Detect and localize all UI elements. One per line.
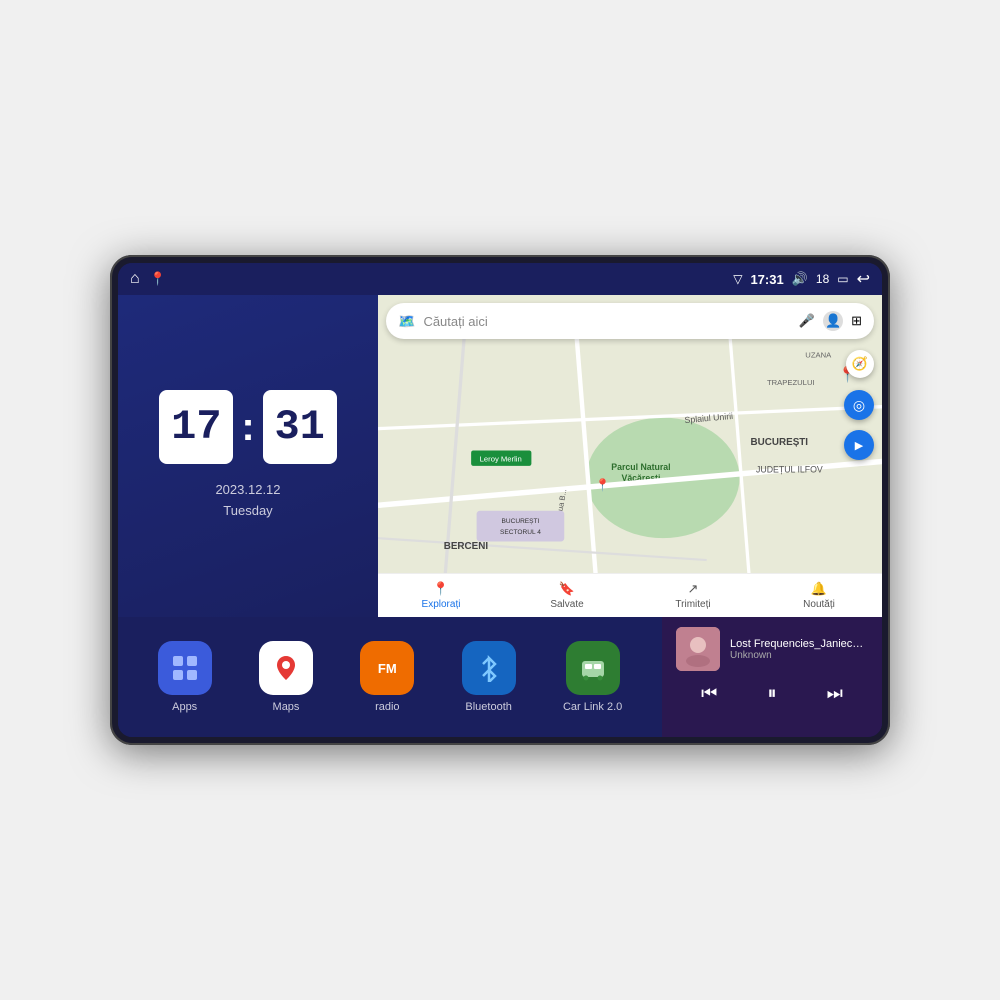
- svg-text:BUCUREȘTI: BUCUREȘTI: [501, 518, 539, 525]
- carlink-label: Car Link 2.0: [563, 701, 622, 713]
- map-search-input[interactable]: Căutați aici: [423, 314, 790, 329]
- svg-text:Parcul Natural: Parcul Natural: [611, 462, 670, 472]
- music-title: Lost Frequencies_Janieck Devy-...: [730, 638, 868, 650]
- clock-display: 17 : 31: [159, 390, 336, 464]
- map-compass-button[interactable]: 🧭: [846, 350, 874, 378]
- map-widget[interactable]: Parcul Natural Văcărești Splaiul Unirii: [378, 295, 882, 617]
- svg-text:BERCENI: BERCENI: [444, 541, 489, 552]
- app-icon-bluetooth[interactable]: Bluetooth: [462, 641, 516, 713]
- music-next-button[interactable]: ⏭: [819, 679, 851, 708]
- device-screen: ⌂ 📍 ▽ 17:31 🔊 18 ▭ ↩ 17 :: [118, 263, 882, 737]
- bluetooth-icon: [475, 654, 503, 682]
- clock-hours: 17: [159, 390, 233, 464]
- svg-text:📍: 📍: [595, 478, 610, 492]
- music-artist: Unknown: [730, 650, 868, 661]
- app-icon-maps[interactable]: Maps: [259, 641, 313, 713]
- battery-level: 18: [816, 272, 829, 286]
- maps-icon: [269, 651, 303, 685]
- map-start-button[interactable]: ▶: [844, 430, 874, 460]
- apps-section: Apps Maps: [118, 617, 662, 737]
- maps-shortcut-icon[interactable]: 📍: [150, 271, 166, 287]
- back-icon[interactable]: ↩: [857, 269, 870, 289]
- svg-text:SECTORUL 4: SECTORUL 4: [500, 529, 541, 536]
- map-search-bar[interactable]: 🗺️ Căutați aici 🎤 👤 ⊞: [386, 303, 874, 339]
- google-maps-logo: 🗺️: [398, 313, 415, 330]
- map-nav-share[interactable]: ↗ Trimiteți: [630, 581, 756, 610]
- maps-label: Maps: [273, 701, 300, 713]
- map-nav-news[interactable]: 🔔 Noutăți: [756, 581, 882, 610]
- map-location-button[interactable]: ◎: [844, 390, 874, 420]
- app-icon-apps[interactable]: Apps: [158, 641, 212, 713]
- music-play-button[interactable]: ⏸: [759, 679, 784, 708]
- map-svg: Parcul Natural Văcărești Splaiul Unirii: [378, 295, 882, 617]
- volume-icon: 🔊: [792, 271, 808, 287]
- music-thumbnail: [676, 627, 720, 671]
- account-icon[interactable]: 👤: [823, 311, 843, 331]
- app-icon-radio[interactable]: FM radio: [360, 641, 414, 713]
- svg-text:BUCUREȘTI: BUCUREȘTI: [751, 437, 809, 448]
- svg-text:UZANA: UZANA: [805, 350, 832, 359]
- car-display-device: ⌂ 📍 ▽ 17:31 🔊 18 ▭ ↩ 17 :: [110, 255, 890, 745]
- apps-icon: [170, 653, 200, 683]
- radio-label: radio: [375, 701, 399, 713]
- status-bar: ⌂ 📍 ▽ 17:31 🔊 18 ▭ ↩: [118, 263, 882, 295]
- clock-date: 2023.12.12 Tuesday: [215, 480, 280, 522]
- battery-icon: ▭: [837, 272, 848, 286]
- voice-search-icon[interactable]: 🎤: [799, 313, 815, 329]
- svg-text:TRAPEZULUI: TRAPEZULUI: [767, 378, 815, 387]
- app-icon-carlink[interactable]: Car Link 2.0: [563, 641, 622, 713]
- clock-widget: 17 : 31 2023.12.12 Tuesday: [118, 295, 378, 617]
- bluetooth-label: Bluetooth: [465, 701, 511, 713]
- layers-icon[interactable]: ⊞: [851, 313, 862, 329]
- map-nav-saved[interactable]: 🔖 Salvate: [504, 581, 630, 610]
- apps-label: Apps: [172, 701, 197, 713]
- clock-colon: :: [241, 405, 254, 450]
- clock-minutes: 31: [263, 390, 337, 464]
- status-time: 17:31: [750, 272, 783, 287]
- music-prev-button[interactable]: ⏮: [693, 679, 725, 708]
- carlink-icon: [578, 653, 608, 683]
- music-controls: ⏮ ⏸ ⏭: [676, 679, 868, 708]
- map-bottom-nav: 📍 Explorați 🔖 Salvate ↗ Trimiteți 🔔: [378, 573, 882, 617]
- svg-text:JUDEȚUL ILFOV: JUDEȚUL ILFOV: [756, 464, 823, 474]
- svg-text:Leroy Merlin: Leroy Merlin: [480, 454, 522, 463]
- map-nav-explore[interactable]: 📍 Explorați: [378, 581, 504, 610]
- gps-icon: ▽: [733, 272, 742, 286]
- home-icon[interactable]: ⌂: [130, 270, 140, 288]
- music-player: Lost Frequencies_Janieck Devy-... Unknow…: [662, 617, 882, 737]
